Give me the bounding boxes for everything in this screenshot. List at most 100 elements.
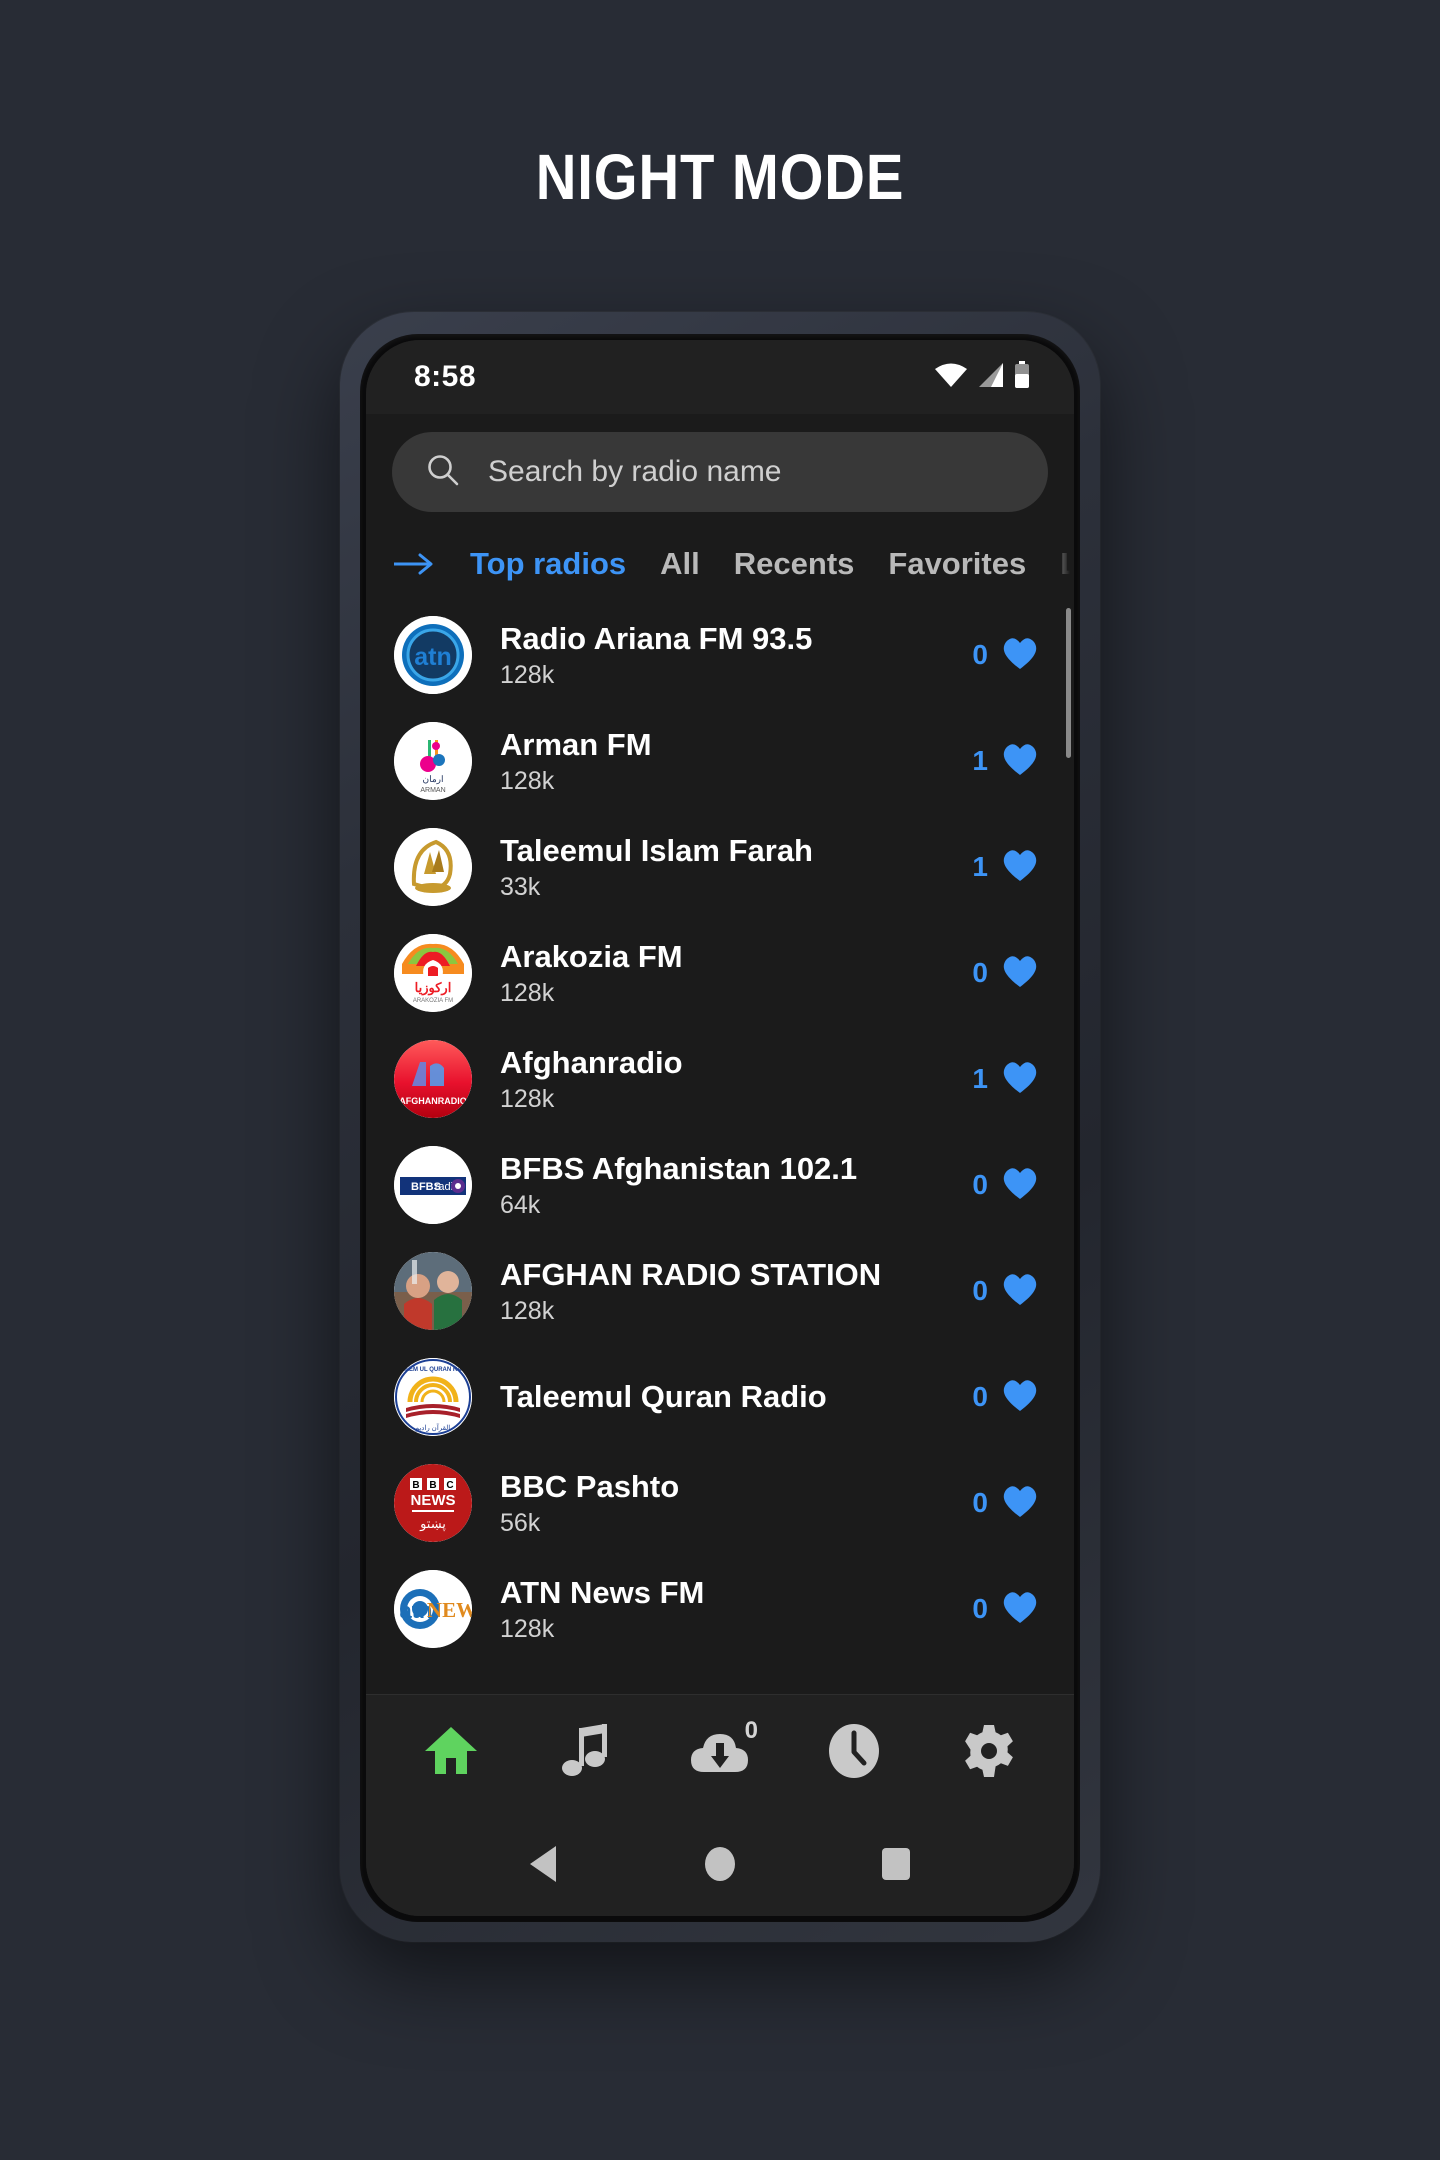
tab-all[interactable]: All <box>660 546 700 582</box>
station-logo-icon: atn NEW <box>394 1570 472 1648</box>
arrow-right-icon[interactable] <box>392 551 436 577</box>
bottom-navigation[interactable]: 0 <box>366 1694 1074 1812</box>
station-row[interactable]: Taleemul Islam Farah 33k 1 <box>366 814 1074 920</box>
favorite-control[interactable]: 1 <box>972 1059 1040 1100</box>
station-row[interactable]: TALEEM UL QURAN RADIO القرآن رادیو Talee… <box>366 1344 1074 1450</box>
station-name: Afghanradio <box>500 1044 683 1080</box>
search-input[interactable]: Search by radio name <box>392 432 1048 512</box>
favorite-control[interactable]: 0 <box>972 1483 1040 1524</box>
station-row[interactable]: B B C NEWS پښتو BBC Pashto 56k 0 <box>366 1450 1074 1556</box>
favorite-control[interactable]: 0 <box>972 1589 1040 1630</box>
recents-square-icon[interactable] <box>851 1845 941 1883</box>
station-row[interactable]: atn NEW ATN News FM 128k 0 <box>366 1556 1074 1662</box>
heart-icon[interactable] <box>1000 1589 1040 1630</box>
favorite-control[interactable]: 0 <box>972 1271 1040 1312</box>
station-bitrate: 56k <box>500 1508 541 1537</box>
station-logo-icon: AFGHANRADIO <box>394 1040 472 1118</box>
station-logo-icon: ارکوزیا ARAKOZIA FM <box>394 934 472 1012</box>
station-row[interactable]: ارکوزیا ARAKOZIA FM Arakozia FM 128k 0 <box>366 920 1074 1026</box>
svg-text:NEWS: NEWS <box>411 1492 456 1509</box>
home-icon <box>423 1724 479 1783</box>
station-bitrate: 64k <box>500 1190 541 1219</box>
station-row[interactable]: AFGHAN RADIO STATION 128k 0 <box>366 1238 1074 1344</box>
station-name: ATN News FM <box>500 1574 705 1610</box>
station-meta: BFBS Afghanistan 102.1 64k <box>500 1151 944 1219</box>
list-scrollbar[interactable] <box>1066 608 1071 758</box>
station-list[interactable]: atn Radio Ariana FM 93.5 128k 0 ارمان ARMA… <box>366 602 1074 1694</box>
station-name: BFBS Afghanistan 102.1 <box>500 1150 858 1186</box>
heart-icon[interactable] <box>1000 1483 1040 1524</box>
favorite-control[interactable]: 0 <box>972 1165 1040 1206</box>
music-note-icon <box>561 1724 611 1783</box>
station-name: AFGHAN RADIO STATION <box>500 1256 882 1292</box>
station-meta: ATN News FM 128k <box>500 1575 944 1643</box>
station-logo-icon: B B C NEWS پښتو <box>394 1464 472 1542</box>
station-row[interactable]: AFGHANRADIO Afghanradio 128k 1 <box>366 1026 1074 1132</box>
search-section: Search by radio name <box>366 414 1074 520</box>
status-bar: 8:58 <box>366 340 1074 414</box>
heart-icon[interactable] <box>1000 1271 1040 1312</box>
favorite-count: 0 <box>972 1593 988 1624</box>
svg-text:ARAKOZIA FM: ARAKOZIA FM <box>413 998 453 1004</box>
heart-icon[interactable] <box>1000 741 1040 782</box>
home-circle-icon[interactable] <box>675 1844 765 1884</box>
tab-recents[interactable]: Recents <box>734 546 855 582</box>
tabs-fade-edge <box>1048 520 1074 602</box>
heart-icon[interactable] <box>1000 635 1040 676</box>
station-row[interactable]: BFBS radio BFBS Afghanistan 102.1 64k 0 <box>366 1132 1074 1238</box>
svg-text:TALEEM UL QURAN RADIO: TALEEM UL QURAN RADIO <box>394 1367 472 1373</box>
station-meta: Taleemul Islam Farah 33k <box>500 833 944 901</box>
nav-settings[interactable] <box>929 1695 1049 1812</box>
station-bitrate: 128k <box>500 766 555 795</box>
phone-screen: 8:58 Search by radio name Top radios All… <box>366 340 1074 1916</box>
favorite-control[interactable]: 1 <box>972 847 1040 888</box>
svg-text:C: C <box>446 1480 453 1491</box>
nav-downloads[interactable]: 0 <box>660 1695 780 1812</box>
station-name: Taleemul Islam Farah <box>500 832 813 868</box>
tab-favorites[interactable]: Favorites <box>888 546 1026 582</box>
favorite-count: 1 <box>972 1063 988 1094</box>
station-meta: AFGHAN RADIO STATION 128k <box>500 1257 944 1325</box>
station-bitrate: 128k <box>500 978 555 1007</box>
station-meta: Afghanradio 128k <box>500 1045 944 1113</box>
heart-icon[interactable] <box>1000 1059 1040 1100</box>
heart-icon[interactable] <box>1000 953 1040 994</box>
station-name: BBC Pashto <box>500 1468 680 1504</box>
nav-home[interactable] <box>391 1695 511 1812</box>
favorite-count: 1 <box>972 745 988 776</box>
svg-text:پښتو: پښتو <box>419 1516 446 1532</box>
station-meta: Radio Ariana FM 93.5 128k <box>500 621 944 689</box>
favorite-control[interactable]: 0 <box>972 635 1040 676</box>
station-row[interactable]: atn Radio Ariana FM 93.5 128k 0 <box>366 602 1074 708</box>
heart-icon[interactable] <box>1000 1377 1040 1418</box>
station-bitrate: 128k <box>500 1614 555 1643</box>
favorite-control[interactable]: 0 <box>972 953 1040 994</box>
search-placeholder: Search by radio name <box>488 455 782 488</box>
favorite-count: 0 <box>972 639 988 670</box>
heart-icon[interactable] <box>1000 847 1040 888</box>
svg-text:AFGHANRADIO: AFGHANRADIO <box>399 1096 467 1106</box>
cellular-signal-icon <box>977 362 1005 393</box>
system-navigation-bar[interactable] <box>366 1812 1074 1916</box>
favorite-count: 0 <box>972 1275 988 1306</box>
station-row[interactable]: ارمان ARMAN Arman FM 128k 1 <box>366 708 1074 814</box>
heart-icon[interactable] <box>1000 1165 1040 1206</box>
back-icon[interactable] <box>499 1843 589 1885</box>
favorite-count: 0 <box>972 957 988 988</box>
favorite-control[interactable]: 1 <box>972 741 1040 782</box>
cloud-download-icon <box>689 1727 751 1780</box>
tab-top-radios[interactable]: Top radios <box>470 546 626 582</box>
gear-icon <box>961 1723 1017 1784</box>
nav-music[interactable] <box>526 1695 646 1812</box>
svg-text:ارمان: ارمان <box>422 774 443 785</box>
tabs-bar[interactable]: Top radios All Recents Favorites Loc <box>366 520 1074 602</box>
app-content: Search by radio name Top radios All Rece… <box>366 414 1074 1916</box>
station-logo-icon: ارمان ARMAN <box>394 722 472 800</box>
station-logo-icon: atn <box>394 616 472 694</box>
station-bitrate: 128k <box>500 660 555 689</box>
svg-text:B: B <box>429 1480 436 1491</box>
nav-history[interactable] <box>794 1695 914 1812</box>
wifi-icon <box>934 362 968 393</box>
favorite-control[interactable]: 0 <box>972 1377 1040 1418</box>
station-meta: Arakozia FM 128k <box>500 939 944 1007</box>
